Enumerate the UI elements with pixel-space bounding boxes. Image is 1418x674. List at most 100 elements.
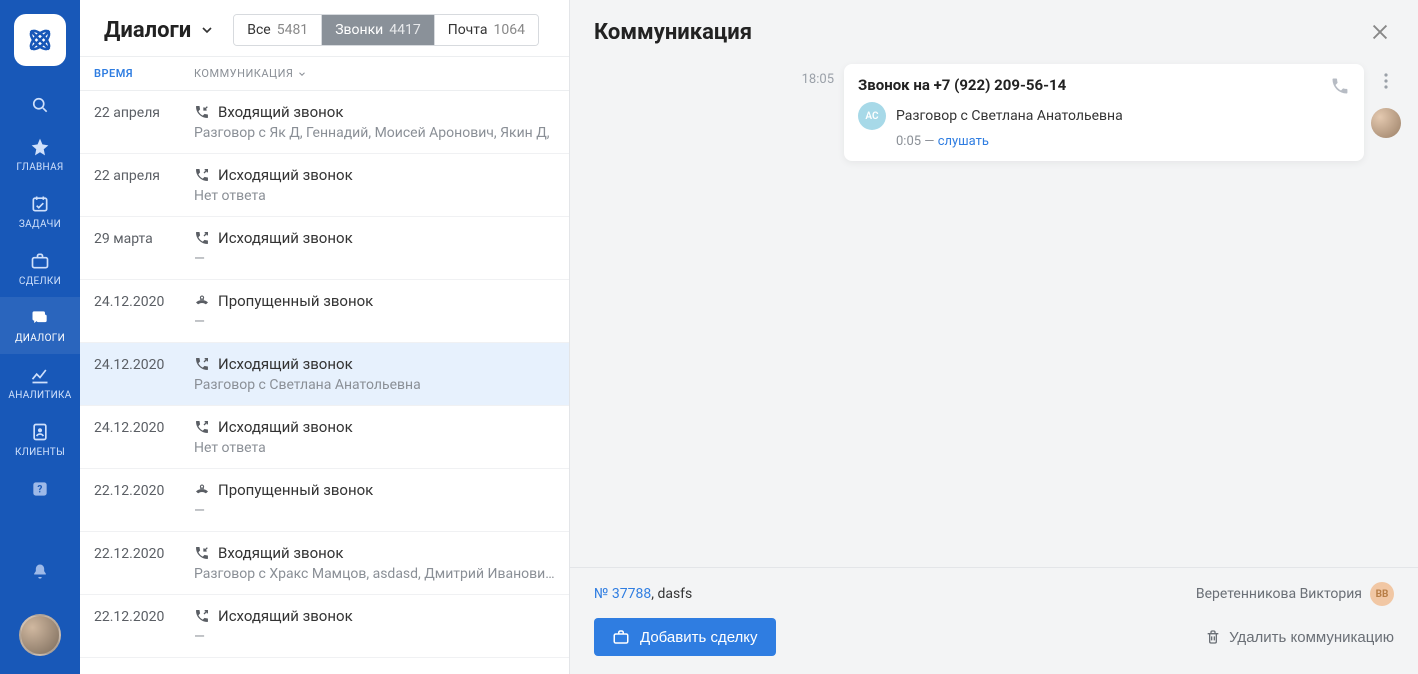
table-row[interactable]: 24.12.2020 Исходящий звонок Нет ответа — [80, 406, 569, 469]
deal-suffix: , dasfs — [651, 586, 692, 602]
owner-name: Веретенникова Виктория — [1196, 586, 1362, 602]
listen-link[interactable]: слушать — [938, 134, 989, 149]
bell-icon — [30, 562, 50, 582]
nav-rail: ГЛАВНАЯ ЗАДАЧИ СДЕЛКИ ДИАЛОГИ АНАЛИТИКА … — [0, 0, 80, 674]
filter-label: Звонки — [335, 22, 383, 38]
button-label: Удалить коммуникацию — [1229, 629, 1394, 646]
row-comm: Исходящий звонокРазговор с Светлана Анат… — [194, 355, 555, 393]
star-icon — [29, 136, 51, 158]
row-date: 24.12.2020 — [94, 292, 194, 330]
filter-label: Почта — [448, 22, 488, 38]
rail-item-dialogs[interactable]: ДИАЛОГИ — [0, 297, 80, 354]
call-incoming-icon — [194, 545, 210, 561]
table-row[interactable]: 22 апреля Исходящий звонок Нет ответа — [80, 154, 569, 217]
table-row[interactable]: 22 апреляВходящий звонокРазговор с Як Д,… — [80, 91, 569, 154]
chart-icon — [29, 364, 51, 386]
call-incoming-icon — [194, 104, 210, 120]
detail-footer: № 37788, dasfs Веретенникова Виктория ВВ… — [570, 567, 1418, 674]
message-menu[interactable] — [1377, 72, 1395, 90]
rail-item-deals[interactable]: СДЕЛКИ — [0, 240, 80, 297]
row-date: 22.12.2020 — [94, 481, 194, 519]
rail-item-clients[interactable]: КЛИЕНТЫ — [0, 411, 80, 468]
message-row: 18:05 Звонок на +7 (922) 209-56-14 АС Ра… — [590, 64, 1398, 161]
app-logo[interactable] — [14, 14, 66, 66]
row-date: 29 марта — [94, 229, 194, 267]
delete-communication-button[interactable]: Удалить коммуникацию — [1205, 629, 1394, 646]
row-sub: Нет ответа — [194, 188, 555, 204]
help-icon: ? — [29, 478, 51, 500]
call-duration: 0:05 — [896, 134, 921, 149]
column-communication[interactable]: КОММУНИКАЦИЯ — [194, 67, 307, 80]
rail-notifications[interactable] — [30, 562, 50, 582]
row-sub: Разговор с Светлана Анатольевна — [194, 377, 555, 393]
author-avatar[interactable] — [1371, 108, 1401, 138]
row-comm: Исходящий звонок Нет ответа — [194, 418, 555, 456]
briefcase-icon — [29, 250, 51, 272]
detail-body: 18:05 Звонок на +7 (922) 209-56-14 АС Ра… — [570, 56, 1418, 567]
page-title: Диалоги — [104, 18, 191, 43]
rail-help[interactable]: ? — [0, 468, 80, 510]
row-type: Пропущенный звонок — [218, 292, 373, 310]
table-row[interactable]: 24.12.2020Пропущенный звонок— — [80, 280, 569, 343]
rail-item-analytics[interactable]: АНАЛИТИКА — [0, 354, 80, 411]
column-label: ВРЕМЯ — [94, 67, 133, 80]
dialogs-list-pane: Диалоги Все 5481 Звонки 4417 Почта 1064 … — [80, 0, 570, 674]
table-row[interactable]: 22.12.2020 Пропущенный звонок — — [80, 469, 569, 532]
list-header: Диалоги Все 5481 Звонки 4417 Почта 1064 — [80, 0, 569, 56]
table-row[interactable]: 24.12.2020Исходящий звонокРазговор с Све… — [80, 343, 569, 406]
contact-badge[interactable]: АС — [858, 102, 886, 130]
message-actions — [1374, 64, 1398, 138]
filter-label: Все — [247, 22, 270, 38]
deal-link[interactable]: № 37788 — [594, 586, 651, 602]
row-comm: Входящий звонокРазговор с Хракс Мамцов, … — [194, 544, 555, 582]
owner-badge: ВВ — [1370, 582, 1394, 606]
calendar-check-icon — [29, 193, 51, 215]
message-subtitle: Разговор с Светлана Анатольевна — [896, 108, 1123, 124]
rail-item-home[interactable]: ГЛАВНАЯ — [0, 126, 80, 183]
row-sub: Разговор с Хракс Мамцов, asdasd, Дмитрий… — [194, 566, 555, 582]
rows-container[interactable]: 22 апреля Входящий звонок Разговор с Як Д,… — [80, 91, 569, 674]
row-comm: Исходящий звонок— — [194, 229, 555, 267]
filter-tab-mail[interactable]: Почта 1064 — [435, 15, 538, 45]
rail-item-tasks[interactable]: ЗАДАЧИ — [0, 183, 80, 240]
row-type: Исходящий звонок — [218, 418, 353, 436]
row-comm: Пропущенный звонок — — [194, 481, 555, 519]
row-type: Исходящий звонок — [218, 166, 353, 184]
row-type: Входящий звонок — [218, 103, 343, 121]
contacts-icon — [29, 421, 51, 443]
close-button[interactable] — [1366, 18, 1394, 46]
column-time[interactable]: ВРЕМЯ — [94, 67, 194, 80]
owner-block[interactable]: Веретенникова Виктория ВВ — [1196, 582, 1394, 606]
rail-search[interactable] — [0, 84, 80, 126]
trash-icon — [1205, 629, 1221, 645]
briefcase-icon — [612, 628, 630, 646]
row-sub: Разговор с Як Д, Геннадий, Моисей Аронов… — [194, 125, 555, 141]
table-row[interactable]: 29 мартаИсходящий звонок— — [80, 217, 569, 280]
footer-top: № 37788, dasfs Веретенникова Виктория ВВ — [594, 582, 1394, 606]
row-type: Пропущенный звонок — [218, 481, 373, 499]
filter-count: 5481 — [277, 22, 308, 38]
filter-tab-all[interactable]: Все 5481 — [234, 15, 322, 45]
add-deal-button[interactable]: Добавить сделку — [594, 618, 776, 656]
button-label: Добавить сделку — [640, 629, 758, 646]
call-missed-icon — [194, 293, 210, 309]
table-row[interactable]: 22.12.2020Исходящий звонок— — [80, 595, 569, 658]
message-card[interactable]: Звонок на +7 (922) 209-56-14 АС Разговор… — [844, 64, 1364, 161]
row-date: 22 апреля — [94, 166, 194, 204]
chevron-down-icon — [297, 69, 307, 79]
row-sub: — — [194, 503, 555, 519]
search-icon — [29, 94, 51, 116]
table-row[interactable]: 22.12.2020Входящий звонокРазговор с Храк… — [80, 532, 569, 595]
filter-tab-calls[interactable]: Звонки 4417 — [322, 15, 435, 45]
row-sub: Нет ответа — [194, 440, 555, 456]
filter-tabs: Все 5481 Звонки 4417 Почта 1064 — [233, 14, 539, 46]
row-comm: Входящий звонок Разговор с Як Д, Геннадий… — [194, 103, 555, 141]
rail-label: ДИАЛОГИ — [15, 333, 65, 344]
kebab-icon — [1384, 73, 1388, 89]
row-type: Исходящий звонок — [218, 229, 353, 247]
rail-label: ЗАДАЧИ — [19, 219, 61, 230]
row-date: 24.12.2020 — [94, 418, 194, 456]
user-avatar[interactable] — [19, 614, 61, 656]
call-outgoing-icon — [194, 419, 210, 435]
page-title-dropdown[interactable]: Диалоги — [104, 18, 215, 43]
